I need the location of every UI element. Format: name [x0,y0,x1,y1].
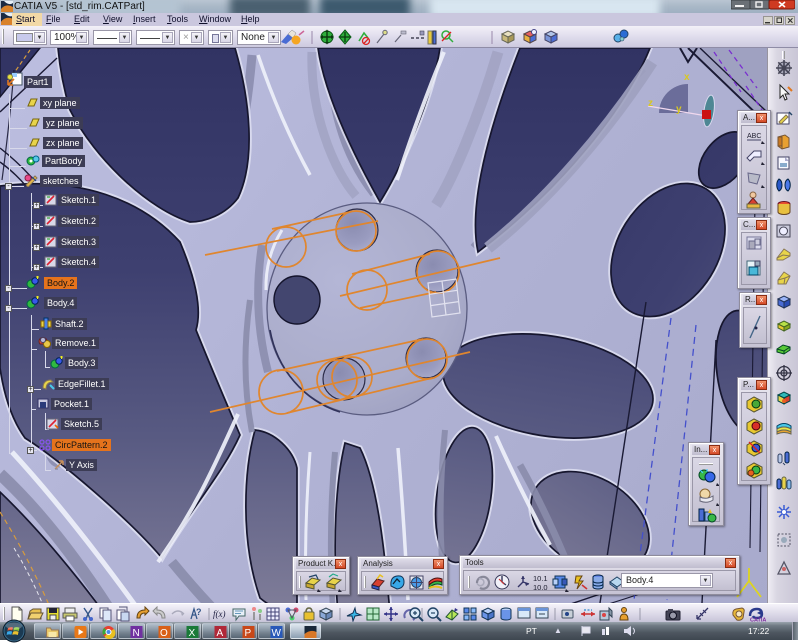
svg-text:P: P [245,628,252,639]
svg-text:ABC: ABC [747,133,761,140]
svg-text:X: X [189,628,196,639]
svg-text:y: y [676,104,682,115]
svg-text:O: O [160,628,168,639]
svg-text:f(x): f(x) [213,609,226,619]
svg-text:z: z [648,98,653,109]
svg-text:10.1: 10.1 [533,574,548,583]
svg-text:10.0: 10.0 [533,583,548,592]
svg-text:?: ? [196,607,202,617]
svg-text:N: N [133,628,140,639]
svg-text:x: x [684,72,690,83]
svg-text:W: W [272,628,282,639]
svg-text:A: A [217,628,224,639]
